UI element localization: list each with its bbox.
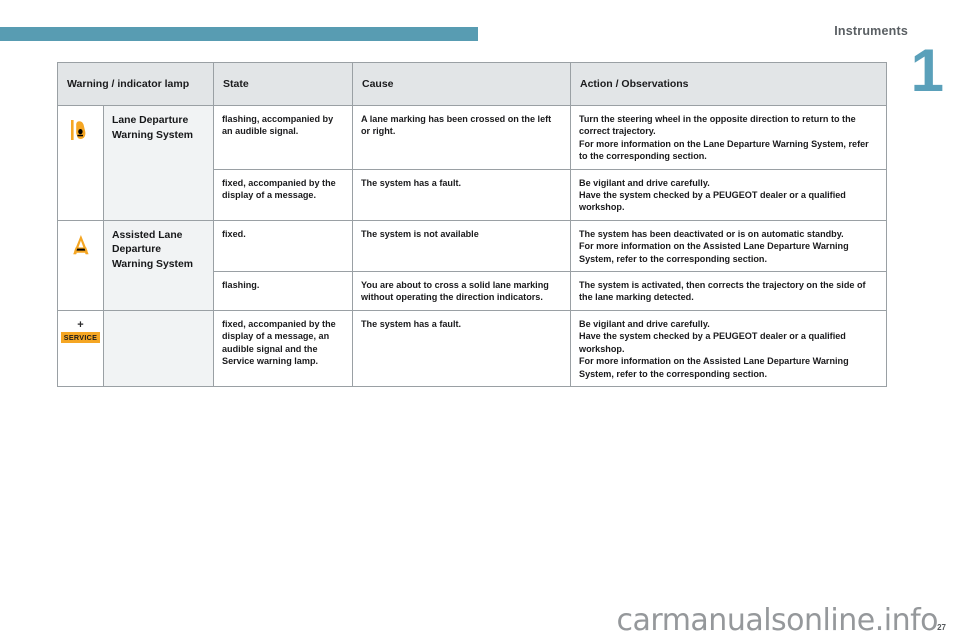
action-line-2: Have the system checked by a PEUGEOT dea… <box>579 190 846 213</box>
cause-cell: The system is not available <box>352 219 571 273</box>
column-header-cause: Cause <box>352 62 571 106</box>
action-line-2: Have the system checked by a PEUGEOT dea… <box>579 331 846 354</box>
cause-cell: You are about to cross a solid lane mark… <box>352 271 571 311</box>
state-cell: fixed, accompanied by the display of a m… <box>213 309 353 387</box>
system-name-lane-departure: Lane Departure Warning System <box>103 105 214 221</box>
plus-icon: + <box>77 318 84 331</box>
state-cell: flashing. <box>213 271 353 311</box>
action-line-3: For more information on the Assisted Lan… <box>579 356 849 379</box>
page-number: 27 <box>937 623 946 632</box>
action-line-1: Turn the steering wheel in the opposite … <box>579 114 856 137</box>
action-cell: The system is activated, then corrects t… <box>570 271 887 311</box>
warning-lamps-table: Warning / indicator lamp State Cause Act… <box>57 62 887 387</box>
table-header-row: Warning / indicator lamp State Cause Act… <box>57 62 887 106</box>
cause-cell: A lane marking has been crossed on the l… <box>352 105 571 170</box>
state-cell: flashing, accompanied by an audible sign… <box>213 105 353 170</box>
action-line-1: The system is activated, then corrects t… <box>579 280 866 303</box>
watermark: carmanualsonline.info <box>616 603 939 638</box>
state-cell: fixed, accompanied by the display of a m… <box>213 168 353 221</box>
action-line-1: The system has been deactivated or is on… <box>579 228 844 239</box>
column-header-lamp: Warning / indicator lamp <box>57 62 214 106</box>
table-header: Warning / indicator lamp State Cause Act… <box>57 62 887 106</box>
system-name-line-1: Assisted Lane <box>112 229 183 241</box>
action-cell: Be vigilant and drive carefully. Have th… <box>570 168 887 221</box>
table-row: Lane Departure Warning System flashing, … <box>57 105 887 221</box>
icon-cell-lane-departure <box>57 105 104 221</box>
column-header-state: State <box>213 62 353 106</box>
table-row: Assisted Lane Departure Warning System f… <box>57 219 887 311</box>
cause-cell: The system has a fault. <box>352 309 571 387</box>
section-title: Instruments <box>834 24 908 38</box>
service-badge: SERVICE <box>60 331 101 343</box>
icon-cell-service: + SERVICE <box>57 309 104 387</box>
column-header-action: Action / Observations <box>570 62 887 106</box>
system-name-line-2: Warning System <box>112 129 194 141</box>
action-line-1: Be vigilant and drive carefully. <box>579 177 710 188</box>
system-name-line-3: Warning System <box>112 258 194 270</box>
table-row: + SERVICE fixed, accompanied by the disp… <box>57 309 887 387</box>
system-name-service <box>103 309 214 387</box>
system-name-line-2: Departure <box>112 244 162 256</box>
action-line-1: Be vigilant and drive carefully. <box>579 318 710 329</box>
state-cell: fixed. <box>213 219 353 273</box>
system-name-line-1: Lane Departure <box>112 115 189 126</box>
assisted-lane-departure-warning-icon <box>66 230 96 260</box>
action-cell: Turn the steering wheel in the opposite … <box>570 105 887 170</box>
header-accent-bar <box>0 27 478 41</box>
document-page: Instruments 1 Warning / indicator lamp S… <box>0 0 960 640</box>
service-warning-icon: + SERVICE <box>60 318 101 343</box>
action-line-2: For more information on the Assisted Lan… <box>579 241 849 264</box>
action-cell: The system has been deactivated or is on… <box>570 219 887 273</box>
lane-departure-warning-icon <box>66 115 96 145</box>
system-name-assisted-lane-departure: Assisted Lane Departure Warning System <box>103 219 214 311</box>
cause-cell: The system has a fault. <box>352 168 571 221</box>
table-body: Lane Departure Warning System flashing, … <box>57 105 887 387</box>
action-line-2: For more information on the Lane Departu… <box>579 138 869 162</box>
icon-cell-assisted-lane-departure <box>57 219 104 311</box>
action-cell: Be vigilant and drive carefully. Have th… <box>570 309 887 387</box>
chapter-number: 1 <box>910 37 944 104</box>
